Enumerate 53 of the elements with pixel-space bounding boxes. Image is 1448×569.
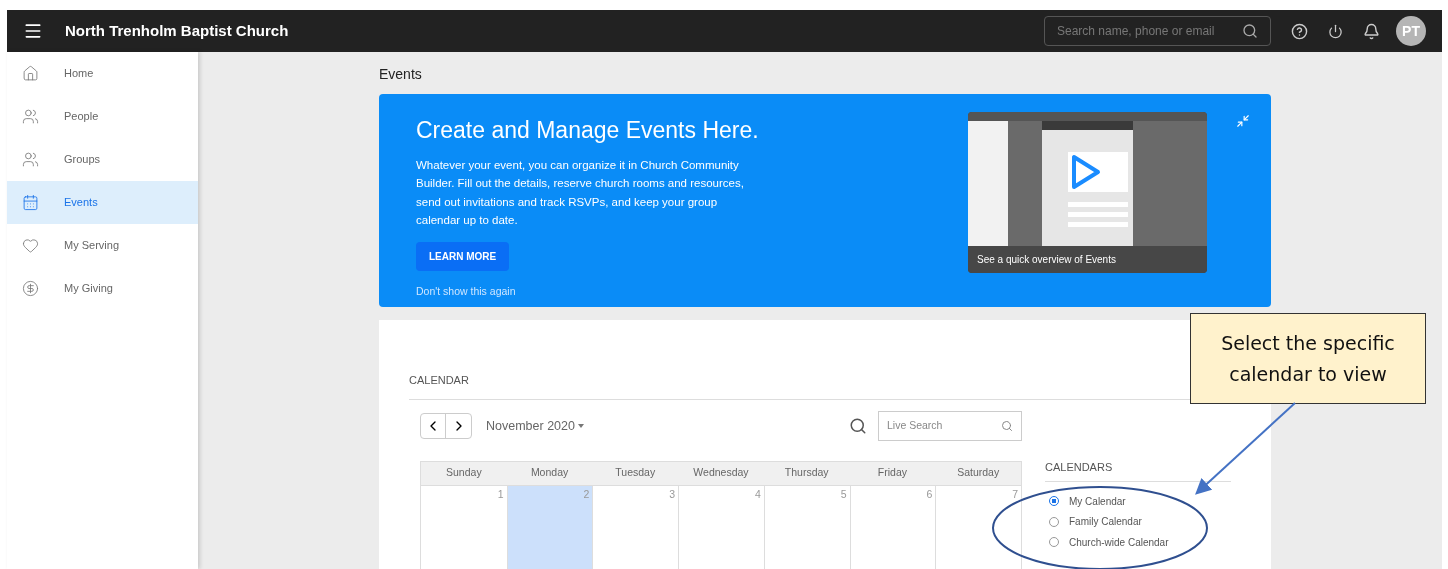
sidebar-item[interactable]: Events xyxy=(7,181,198,224)
sidebar-item[interactable]: My Serving xyxy=(7,224,198,267)
power-icon[interactable] xyxy=(1328,23,1343,39)
search-icon xyxy=(1001,420,1013,432)
sidebar-item[interactable]: Groups xyxy=(7,138,198,181)
app-title: North Trenholm Baptist Church xyxy=(65,20,289,41)
weekday-header: Sunday xyxy=(421,461,507,485)
collapse-icon[interactable] xyxy=(1236,114,1250,128)
learn-more-button[interactable]: LEARN MORE xyxy=(416,241,510,271)
people-icon xyxy=(22,108,39,125)
callout-box: Select the specific calendar to view xyxy=(1190,313,1426,404)
calendar-option-label[interactable]: Family Calendar xyxy=(1069,514,1142,530)
weekday-header: Friday xyxy=(849,461,936,485)
search-icon[interactable] xyxy=(849,417,867,435)
day-cell[interactable]: 1 xyxy=(421,484,507,569)
day-cell[interactable]: 6 xyxy=(849,484,936,569)
calendar-icon xyxy=(22,194,39,211)
menu-icon[interactable] xyxy=(23,21,43,41)
day-cell[interactable]: 5 xyxy=(763,484,850,569)
day-cell[interactable]: 3 xyxy=(592,484,679,569)
sidebar-item[interactable]: My Giving xyxy=(7,267,198,310)
weekday-header: Tuesday xyxy=(592,461,679,485)
search-field[interactable]: Search name, phone or email xyxy=(1044,16,1271,46)
banner-text: Whatever your event, you can organize it in Church Community Builder. Fill out the details, reserve church rooms and resources, send out invitations and track RSVPs, and keep your group calendar up to date. xyxy=(416,157,745,228)
sidebar-item[interactable]: Home xyxy=(7,52,198,95)
group-icon xyxy=(22,151,39,168)
calendar-heading: CALENDAR xyxy=(409,373,470,388)
live-search-field[interactable]: Live Search xyxy=(878,411,1022,441)
month-dropdown[interactable]: November 2020 xyxy=(486,416,584,436)
weekday-header: Monday xyxy=(506,461,593,485)
search-icon xyxy=(1242,23,1258,39)
calendar-option-label[interactable]: Church-wide Calendar xyxy=(1069,534,1169,550)
heart-icon xyxy=(22,237,39,254)
weekday-header: Wednesday xyxy=(678,461,764,485)
day-cell[interactable]: 4 xyxy=(678,484,764,569)
dollar-icon xyxy=(22,280,39,297)
search-input[interactable]: Search name, phone or email xyxy=(1057,22,1242,40)
page-title: Events xyxy=(379,65,423,84)
video-thumbnail[interactable]: See a quick overview of Events xyxy=(968,112,1207,273)
calendar-option-label[interactable]: My Calendar xyxy=(1069,493,1126,509)
dismiss-link[interactable]: Don't show this again xyxy=(416,283,779,300)
caret-icon xyxy=(577,424,584,428)
calendars-heading: CALENDARS xyxy=(1045,458,1231,482)
sidebar-item[interactable]: People xyxy=(7,95,198,138)
day-cell[interactable]: 7 xyxy=(935,484,1021,569)
radio-button[interactable] xyxy=(1049,496,1059,507)
help-icon[interactable] xyxy=(1291,22,1308,40)
notifications-icon[interactable] xyxy=(1363,22,1380,40)
weekday-header: Thursday xyxy=(763,461,850,485)
live-search-input[interactable]: Live Search xyxy=(887,418,1001,434)
weekday-header: Saturday xyxy=(935,461,1021,485)
banner-title: Create and Manage Events Here. xyxy=(416,116,760,145)
home-icon xyxy=(22,65,39,82)
